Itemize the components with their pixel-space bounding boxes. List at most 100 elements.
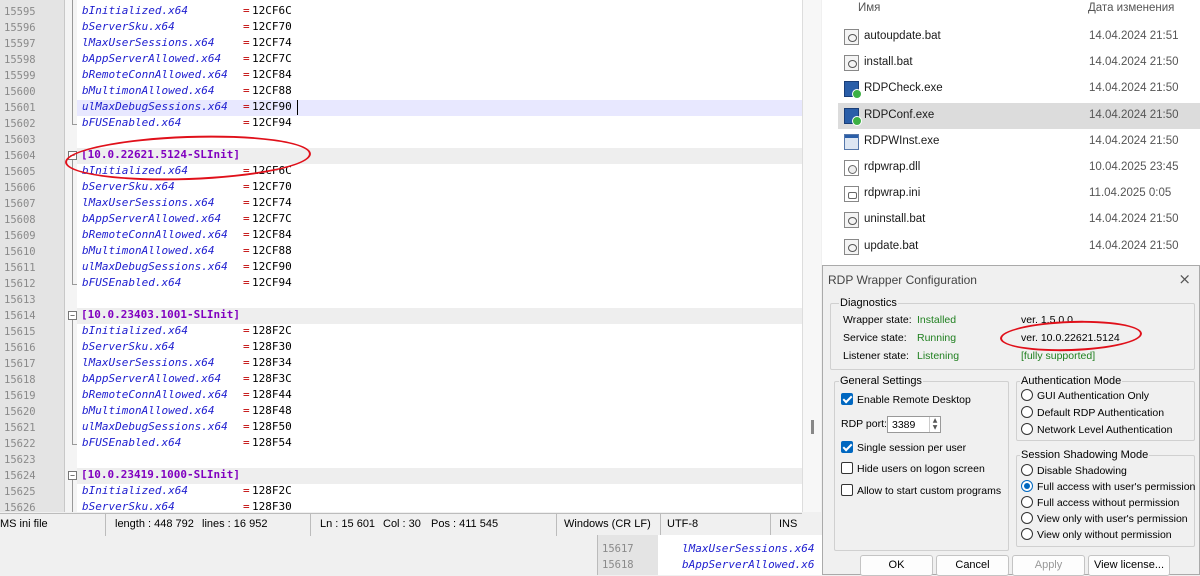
shadow-full-nopermission-label[interactable]: Full access without permission [1037,497,1179,509]
custom-programs-label[interactable]: Allow to start custom programs [857,485,1001,497]
file-row[interactable]: RDPWInst.exe 14.04.2024 21:50 [838,129,1200,155]
ini-key: ulMaxDebugSessions.x64 [82,420,228,433]
auth-default-label[interactable]: Default RDP Authentication [1037,407,1164,419]
file-row[interactable]: uninstall.bat 14.04.2024 21:50 [838,207,1200,233]
single-session-label[interactable]: Single session per user [857,442,966,454]
equals-sign: = [243,116,250,129]
ini-key-line[interactable]: ulMaxDebugSessions.x64 = 12CF90 [77,260,802,276]
equals-sign: = [243,36,250,49]
status-encoding[interactable]: UTF-8 [667,518,698,530]
file-date: 11.04.2025 0:05 [1089,187,1172,200]
column-header-name[interactable]: Имя [858,2,880,22]
line-number: 15603 [4,134,36,146]
ini-key: bAppServerAllowed.x64 [82,372,222,385]
status-mode[interactable]: INS [779,518,797,530]
blank-line[interactable] [77,292,802,308]
shadow-disable-label[interactable]: Disable Shadowing [1037,465,1127,477]
ini-key-line[interactable]: lMaxUserSessions.x64 = 12CF74 [77,196,802,212]
shadow-view-nopermission-label[interactable]: View only without permission [1037,529,1172,541]
ini-key-line[interactable]: ulMaxDebugSessions.x64 = 128F50 [77,420,802,436]
file-row[interactable]: rdpwrap.dll 10.04.2025 23:45 [838,155,1200,181]
status-eol[interactable]: Windows (CR LF) [564,518,651,530]
view-license-button[interactable]: View license... [1088,555,1170,576]
shadow-view-nopermission-radio[interactable] [1021,528,1033,540]
auth-default-radio[interactable] [1021,406,1033,418]
auth-gui-label[interactable]: GUI Authentication Only [1037,390,1149,402]
enable-remote-desktop-label[interactable]: Enable Remote Desktop [857,394,971,406]
ini-key: bServerSku.x64 [82,20,175,33]
ini-key-line[interactable]: bInitialized.x64 = 12CF6C [77,4,802,20]
shadow-full-permission-radio[interactable] [1021,480,1033,492]
file-date: 14.04.2024 21:50 [1089,108,1179,121]
ini-section-line[interactable]: [10.0.23419.1000-SLInit] [77,468,802,484]
ini-key-line[interactable]: bServerSku.x64 = 128F30 [77,500,802,512]
shadow-view-permission-radio[interactable] [1021,512,1033,524]
ini-key-line[interactable]: bFUSEnabled.x64 = 12CF94 [77,116,802,132]
rdp-port-value[interactable]: 3389 [892,419,915,431]
fold-toggle-icon[interactable]: − [68,471,77,480]
ini-key-line[interactable]: bServerSku.x64 = 128F30 [77,340,802,356]
file-explorer[interactable]: Имя Дата изменения autoupdate.bat 14.04.2… [822,0,1200,265]
ini-key-line[interactable]: bAppServerAllowed.x64 = 12CF7C [77,52,802,68]
shadow-full-nopermission-radio[interactable] [1021,496,1033,508]
ini-value: 128F54 [252,436,292,449]
shadow-disable-radio[interactable] [1021,464,1033,476]
auth-nla-radio[interactable] [1021,423,1033,435]
file-row[interactable]: RDPCheck.exe 14.04.2024 21:50 [838,76,1200,102]
ini-key-line[interactable]: bMultimonAllowed.x64 = 12CF88 [77,84,802,100]
ini-key-line[interactable]: bMultimonAllowed.x64 = 128F48 [77,404,802,420]
hide-users-label[interactable]: Hide users on logon screen [857,463,985,475]
auth-gui-radio[interactable] [1021,389,1033,401]
ini-value: 128F34 [252,356,292,369]
file-name: RDPConf.exe [864,108,935,121]
rdp-port-stepper[interactable]: 3389 ▲ ▼ [887,416,941,433]
ini-key-line[interactable]: lMaxUserSessions.x64 = 128F34 [77,356,802,372]
file-row[interactable]: install.bat 14.04.2024 21:50 [838,50,1200,76]
ini-key-line[interactable]: bAppServerAllowed.x64 = 128F3C [77,372,802,388]
enable-remote-desktop-checkbox[interactable] [841,393,853,405]
ini-key-line[interactable]: bInitialized.x64 = 128F2C [77,324,802,340]
hide-users-checkbox[interactable] [841,462,853,474]
ini-key-line[interactable]: bFUSEnabled.x64 = 128F54 [77,436,802,452]
ini-key-line[interactable]: bServerSku.x64 = 12CF70 [77,20,802,36]
blank-line[interactable] [77,452,802,468]
text-caret [297,100,298,115]
close-icon[interactable]: × [1178,270,1191,288]
shadow-view-permission-label[interactable]: View only with user's permission [1037,513,1188,525]
ini-key-line[interactable]: bServerSku.x64 = 12CF70 [77,180,802,196]
shadow-full-permission-label[interactable]: Full access with user's permission [1037,481,1195,493]
ini-key-line[interactable]: bMultimonAllowed.x64 = 12CF88 [77,244,802,260]
file-row[interactable]: autoupdate.bat 14.04.2024 21:51 [838,24,1200,50]
text-editor[interactable]: 15595 15596 15597 15598 15599 15600 15601 15602… [0,0,802,512]
ini-key-line[interactable]: bInitialized.x64 = 128F2C [77,484,802,500]
column-header-date[interactable]: Дата изменения [1088,2,1174,22]
editor-text-area[interactable]: bInitialized.x64 = 12CF6C bServerSku.x64 = 12… [77,0,802,512]
scrollbar-thumb[interactable] [811,420,814,434]
fold-toggle-icon[interactable]: − [68,311,77,320]
editor-vertical-scrollbar[interactable] [802,0,821,512]
ini-key-line[interactable]: bRemoteConnAllowed.x64 = 128F44 [77,388,802,404]
file-date: 14.04.2024 21:50 [1089,239,1179,252]
ini-key-line[interactable]: bFUSEnabled.x64 = 12CF94 [77,276,802,292]
general-settings-legend: General Settings [839,375,923,387]
ini-key-line[interactable]: ulMaxDebugSessions.x64 = 12CF90 [77,100,802,116]
file-row[interactable]: update.bat 14.04.2024 21:50 [838,234,1200,260]
spin-arrows-icon[interactable]: ▲ ▼ [929,417,940,432]
auth-nla-label[interactable]: Network Level Authentication [1037,424,1172,436]
ini-key-line[interactable]: bRemoteConnAllowed.x64 = 12CF84 [77,228,802,244]
cancel-button[interactable]: Cancel [936,555,1009,576]
file-name: rdpwrap.ini [864,187,921,200]
line-number: 15601 [4,102,36,114]
ini-key: bRemoteConnAllowed.x64 [82,388,228,401]
file-row[interactable]: RDPConf.exe 14.04.2024 21:50 [838,102,1200,129]
custom-programs-checkbox[interactable] [841,484,853,496]
ini-key-line[interactable]: bRemoteConnAllowed.x64 = 12CF84 [77,68,802,84]
fragment-key: lMaxUserSessions.x64 [682,542,815,555]
single-session-checkbox[interactable] [841,441,853,453]
ini-key-line[interactable]: bAppServerAllowed.x64 = 12CF7C [77,212,802,228]
apply-button[interactable]: Apply [1012,555,1085,576]
ok-button[interactable]: OK [860,555,933,576]
file-row[interactable]: rdpwrap.ini 11.04.2025 0:05 [838,181,1200,207]
ini-section-line[interactable]: [10.0.23403.1001-SLInit] [77,308,802,324]
ini-key-line[interactable]: lMaxUserSessions.x64 = 12CF74 [77,36,802,52]
